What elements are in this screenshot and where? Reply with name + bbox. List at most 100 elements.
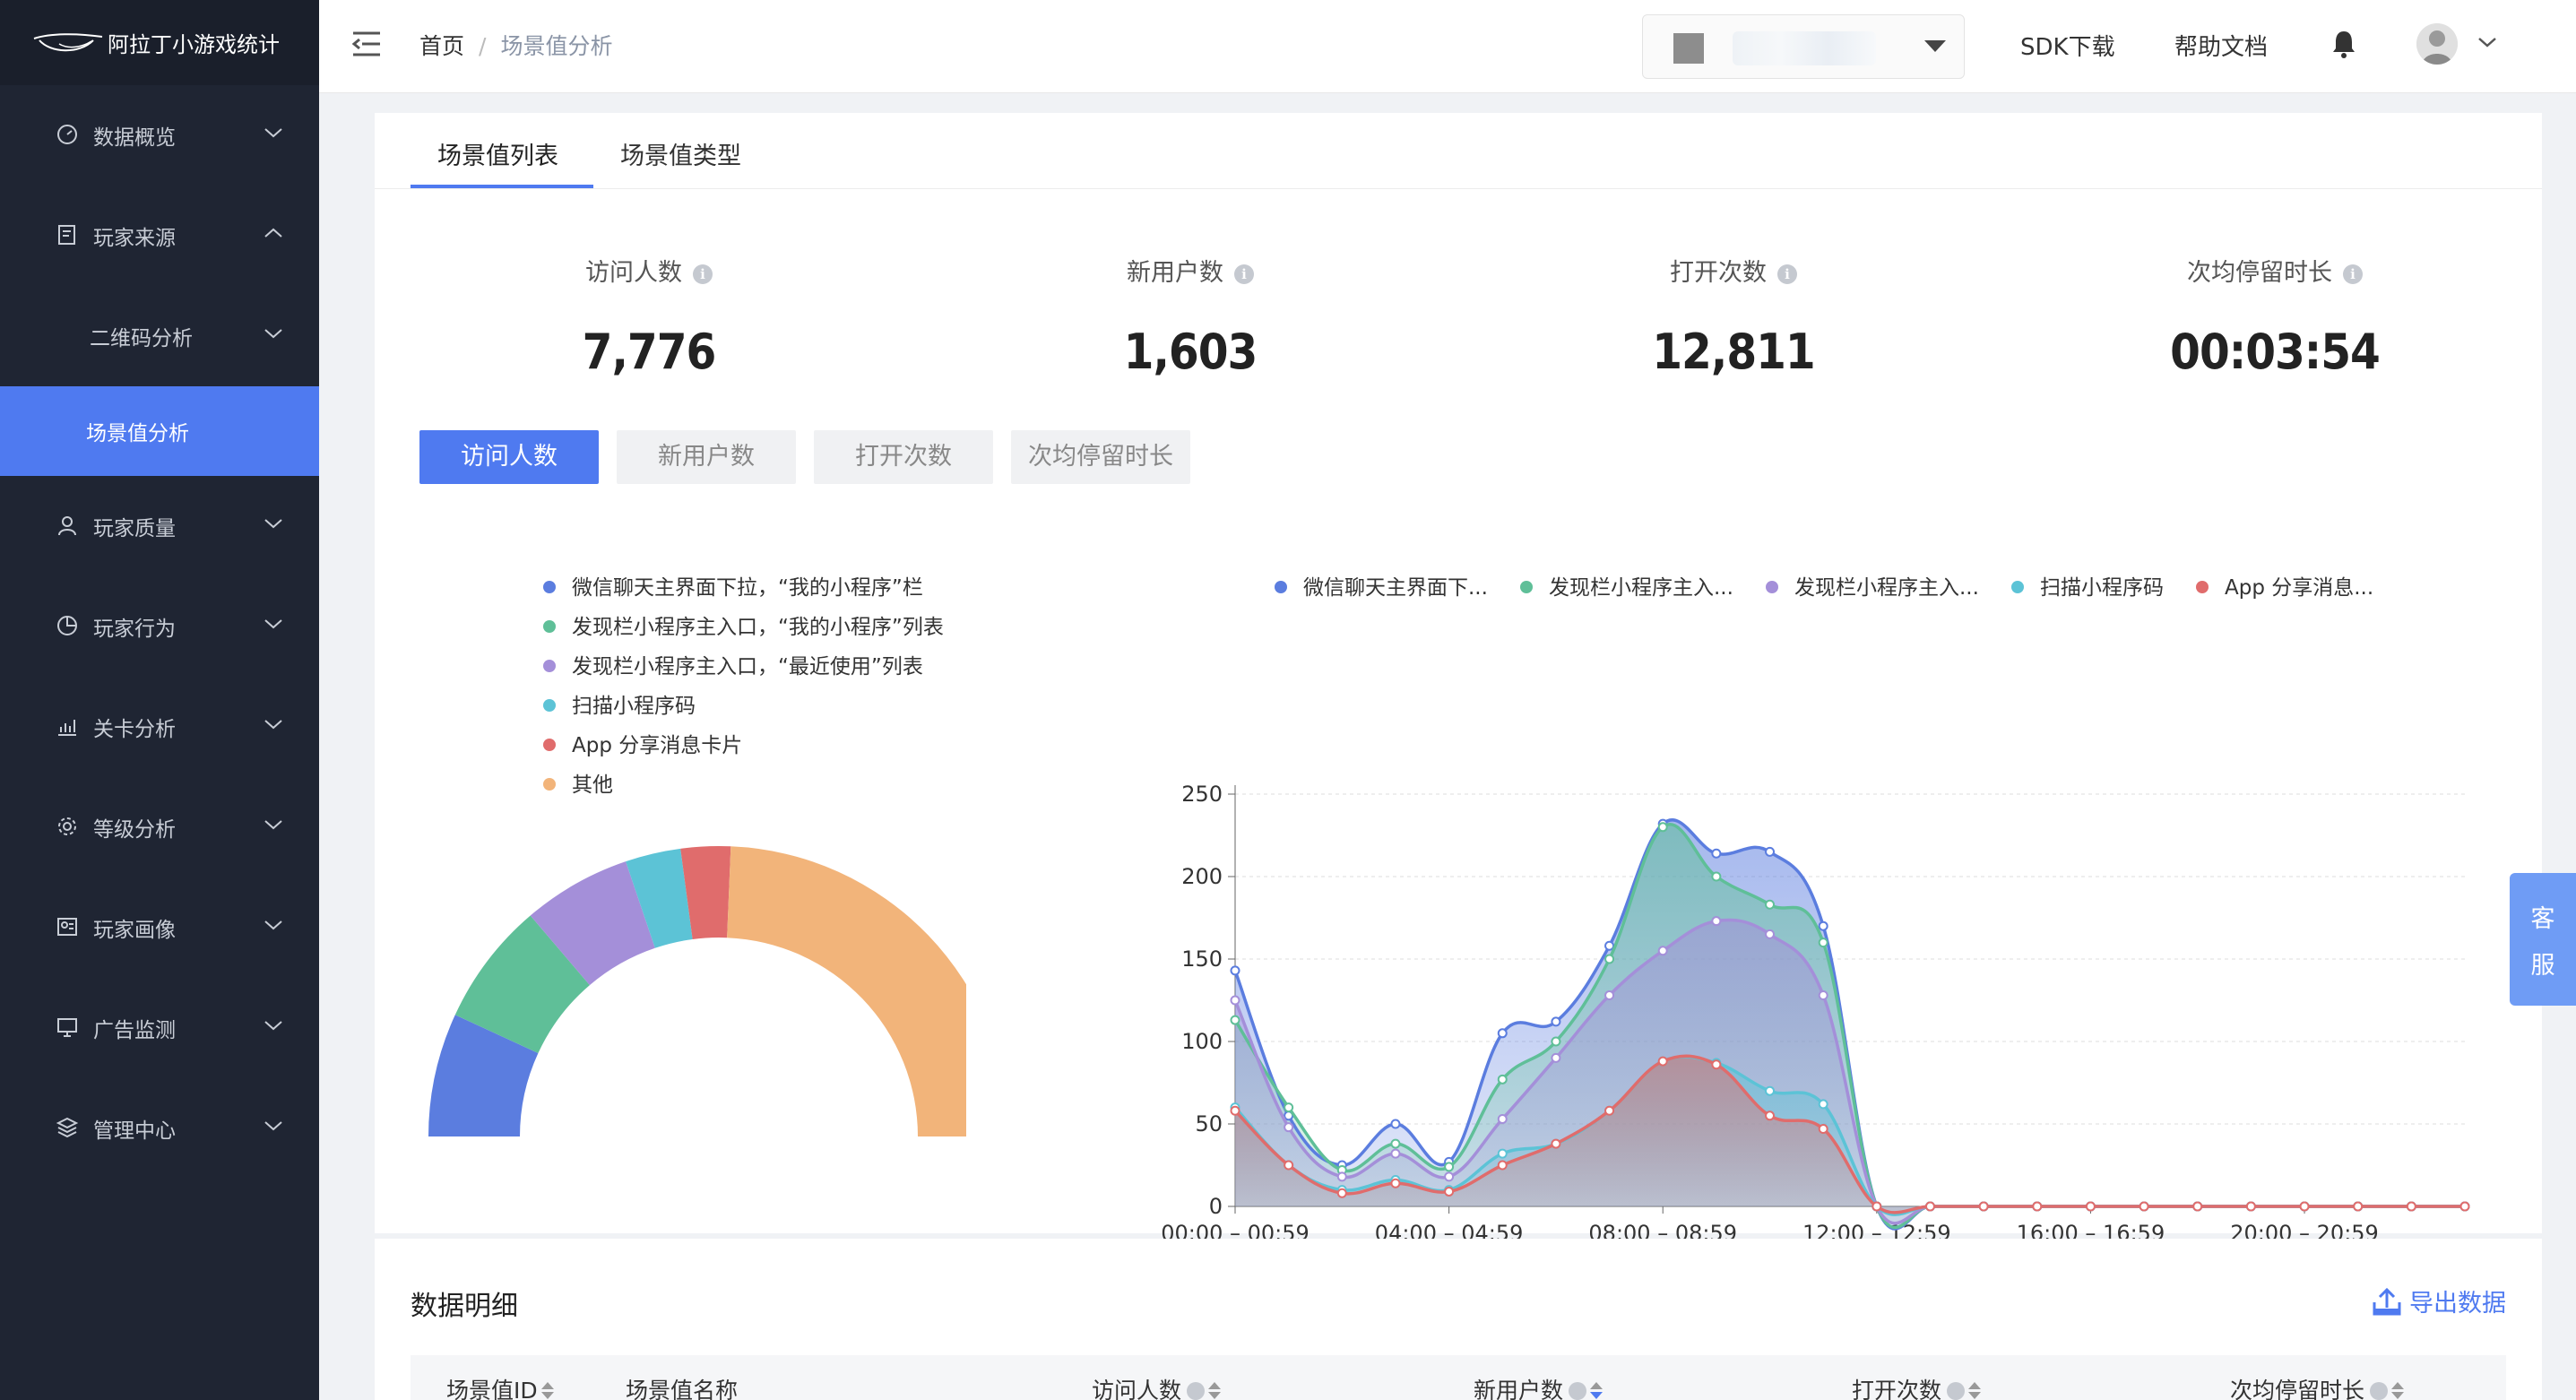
data-point[interactable] xyxy=(1657,946,1668,956)
bell-icon[interactable] xyxy=(2330,29,2357,59)
info-icon[interactable]: i xyxy=(1777,264,1797,284)
sidebar-item-player-profile[interactable]: 玩家画像 xyxy=(0,877,319,978)
data-point[interactable] xyxy=(1497,1113,1508,1124)
data-point[interactable] xyxy=(1390,1148,1401,1159)
pie-legend-item[interactable]: 发现栏小程序主入口，“最近使用”列表 xyxy=(543,649,923,679)
data-point[interactable] xyxy=(1924,1201,1935,1212)
data-point[interactable] xyxy=(1818,920,1828,931)
data-point[interactable] xyxy=(1284,1102,1294,1113)
help-docs-link[interactable]: 帮助文档 xyxy=(2174,29,2268,62)
data-point[interactable] xyxy=(1230,1015,1240,1025)
user-avatar[interactable] xyxy=(2416,23,2458,65)
breadcrumb-home[interactable]: 首页 xyxy=(419,33,464,59)
info-icon[interactable]: i xyxy=(2343,264,2363,284)
column-scene-id[interactable]: 场景值ID xyxy=(446,1373,554,1400)
data-point[interactable] xyxy=(1497,1148,1508,1159)
app-selector[interactable] xyxy=(1642,14,1965,79)
area-legend-item[interactable]: 微信聊天主界面下... xyxy=(1275,570,1488,601)
pie-slice[interactable] xyxy=(727,846,966,1136)
export-button[interactable]: 导出数据 xyxy=(2372,1283,2506,1318)
sidebar-item-grade-analysis[interactable]: 等级分析 xyxy=(0,777,319,877)
info-icon[interactable]: i xyxy=(693,264,713,284)
data-point[interactable] xyxy=(2245,1201,2256,1212)
data-point[interactable] xyxy=(1497,1074,1508,1085)
data-point[interactable] xyxy=(1604,954,1615,964)
data-point[interactable] xyxy=(1497,1028,1508,1039)
area-legend-item[interactable]: 扫描小程序码 xyxy=(2011,570,2164,601)
sidebar-item-scene-analysis[interactable]: 场景值分析 xyxy=(0,386,319,476)
area-legend-item[interactable]: 发现栏小程序主入... xyxy=(1520,570,1733,601)
data-point[interactable] xyxy=(2406,1201,2416,1212)
data-point[interactable] xyxy=(1390,1119,1401,1129)
sidebar-item-level-analysis[interactable]: 关卡分析 xyxy=(0,677,319,777)
data-point[interactable] xyxy=(1230,995,1240,1006)
data-point[interactable] xyxy=(1336,1188,1347,1198)
data-point[interactable] xyxy=(1818,1099,1828,1110)
data-point[interactable] xyxy=(1978,1201,1989,1212)
data-point[interactable] xyxy=(2353,1201,2364,1212)
sdk-download-link[interactable]: SDK下载 xyxy=(2020,29,2115,62)
data-point[interactable] xyxy=(1604,940,1615,951)
sidebar-item-player-quality[interactable]: 玩家质量 xyxy=(0,476,319,576)
area-legend-item[interactable]: App 分享消息... xyxy=(2196,570,2373,601)
area-legend-item[interactable]: 发现栏小程序主入... xyxy=(1766,570,1979,601)
pie-legend-item[interactable]: 微信聊天主界面下拉，“我的小程序”栏 xyxy=(543,570,923,601)
data-point[interactable] xyxy=(1284,1160,1294,1171)
data-point[interactable] xyxy=(2459,1201,2470,1212)
segment-new-users[interactable]: 新用户数 xyxy=(617,430,796,484)
data-point[interactable] xyxy=(1711,871,1722,882)
data-point[interactable] xyxy=(1604,990,1615,1000)
column-avg-duration[interactable]: 次均停留时长 xyxy=(2230,1373,2405,1400)
sidebar-item-overview[interactable]: 数据概览 xyxy=(0,85,319,186)
data-point[interactable] xyxy=(1444,1186,1455,1197)
sidebar-item-player-behavior[interactable]: 玩家行为 xyxy=(0,576,319,677)
data-point[interactable] xyxy=(2032,1201,2043,1212)
data-point[interactable] xyxy=(1497,1160,1508,1171)
sidebar-item-qrcode[interactable]: 二维码分析 xyxy=(0,286,319,386)
data-point[interactable] xyxy=(1818,1124,1828,1135)
column-new-users[interactable]: 新用户数 xyxy=(1474,1373,1604,1400)
menu-fold-icon[interactable] xyxy=(351,30,382,57)
data-point[interactable] xyxy=(1604,1105,1615,1116)
data-point[interactable] xyxy=(1444,1171,1455,1182)
tab-scene-list[interactable]: 场景值列表 xyxy=(437,136,558,171)
data-point[interactable] xyxy=(1551,1036,1561,1047)
data-point[interactable] xyxy=(1765,1110,1776,1121)
data-point[interactable] xyxy=(1711,848,1722,859)
data-point[interactable] xyxy=(2085,1201,2096,1212)
data-point[interactable] xyxy=(1711,916,1722,927)
segment-avg-duration[interactable]: 次均停留时长 xyxy=(1011,430,1190,484)
app-logo[interactable]: 阿拉丁小游戏统计 xyxy=(0,0,319,85)
data-point[interactable] xyxy=(2299,1201,2310,1212)
data-point[interactable] xyxy=(1765,1085,1776,1096)
segment-opens[interactable]: 打开次数 xyxy=(814,430,993,484)
chevron-down-icon[interactable] xyxy=(2477,36,2497,48)
sidebar-item-ad-monitor[interactable]: 广告监测 xyxy=(0,978,319,1078)
data-point[interactable] xyxy=(1551,1138,1561,1149)
data-point[interactable] xyxy=(2139,1201,2149,1212)
data-point[interactable] xyxy=(1871,1201,1882,1212)
customer-service-button[interactable]: 客 服 xyxy=(2510,873,2576,1006)
data-point[interactable] xyxy=(1390,1178,1401,1188)
tab-scene-type[interactable]: 场景值类型 xyxy=(620,136,741,171)
column-opens[interactable]: 打开次数 xyxy=(1852,1373,1982,1400)
data-point[interactable] xyxy=(1657,822,1668,833)
data-point[interactable] xyxy=(1284,1122,1294,1133)
data-point[interactable] xyxy=(1444,1162,1455,1172)
info-icon[interactable]: i xyxy=(1234,264,1254,284)
data-point[interactable] xyxy=(1390,1138,1401,1149)
data-point[interactable] xyxy=(1336,1171,1347,1182)
data-point[interactable] xyxy=(1230,965,1240,976)
data-point[interactable] xyxy=(1818,938,1828,948)
column-visitors[interactable]: 访问人数 xyxy=(1092,1373,1222,1400)
data-point[interactable] xyxy=(2192,1201,2203,1212)
data-point[interactable] xyxy=(1765,899,1776,910)
data-point[interactable] xyxy=(1765,929,1776,939)
pie-legend-item[interactable]: App 分享消息卡片 xyxy=(543,728,742,758)
pie-legend-item[interactable]: 扫描小程序码 xyxy=(543,688,696,719)
pie-legend-item[interactable]: 发现栏小程序主入口，“我的小程序”列表 xyxy=(543,609,944,640)
data-point[interactable] xyxy=(1230,1105,1240,1116)
data-point[interactable] xyxy=(1657,1056,1668,1067)
data-point[interactable] xyxy=(1551,1016,1561,1027)
sidebar-item-admin-center[interactable]: 管理中心 xyxy=(0,1078,319,1179)
